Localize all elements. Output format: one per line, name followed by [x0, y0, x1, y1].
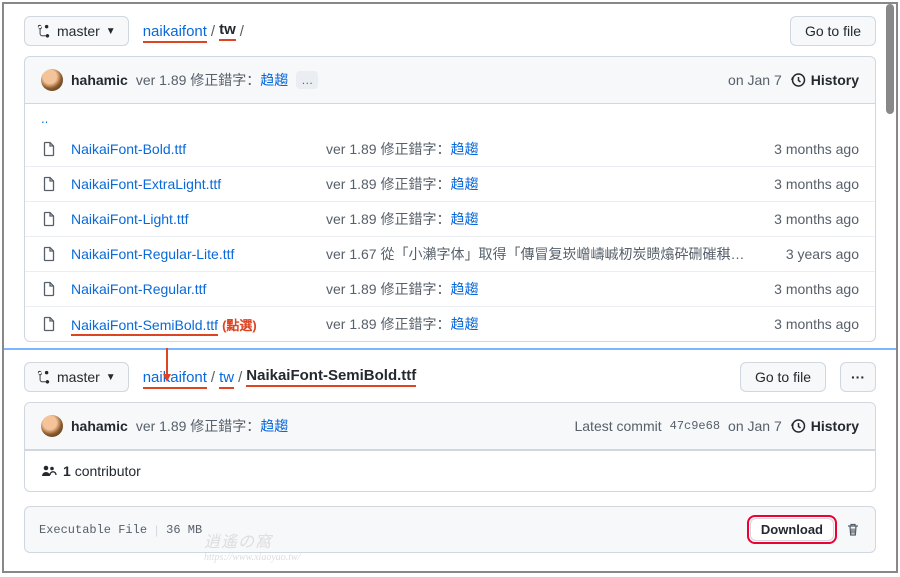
- branch-selector[interactable]: master ▼: [24, 16, 129, 46]
- trash-icon[interactable]: [845, 522, 861, 538]
- annotation-arrow: [163, 348, 171, 382]
- go-to-file-button[interactable]: Go to file: [740, 362, 826, 392]
- parent-dir-row[interactable]: ‥: [25, 104, 875, 132]
- file-link[interactable]: NaikaiFont-Light.ttf: [71, 211, 189, 227]
- go-to-file-button[interactable]: Go to file: [790, 16, 876, 46]
- latest-commit-bar: hahamic ver 1.89 修正錯字：趋趨 … on Jan 7 Hist…: [25, 57, 875, 104]
- crumb-dir: tw: [219, 21, 236, 41]
- branch-icon: [37, 370, 51, 384]
- commit-date: on Jan 7: [728, 418, 782, 434]
- ellipsis-chip[interactable]: …: [296, 71, 318, 89]
- branch-name: master: [57, 23, 100, 39]
- breadcrumb: naikaifont / tw / NaikaiFont-SemiBold.tt…: [143, 367, 417, 387]
- download-highlight: Download: [747, 515, 837, 544]
- click-annotation: (點選): [222, 318, 257, 333]
- file-icon: [41, 211, 57, 227]
- file-age: 3 months ago: [749, 316, 859, 332]
- caret-down-icon: ▼: [106, 26, 116, 37]
- file-age: 3 years ago: [749, 246, 859, 262]
- file-commit-msg[interactable]: ver 1.89 修正錯字：趋趨: [326, 279, 749, 299]
- file-row: NaikaiFont-Regular-Lite.ttf ver 1.67 從「小瀨…: [25, 236, 875, 271]
- breadcrumb: naikaifont / tw /: [143, 21, 244, 41]
- branch-icon: [37, 24, 51, 38]
- crumb-repo[interactable]: naikaifont: [143, 369, 207, 386]
- file-icon: [41, 176, 57, 192]
- file-info-bar: Executable File | 36 MB Download: [24, 506, 876, 553]
- file-link[interactable]: NaikaiFont-ExtraLight.ttf: [71, 176, 221, 192]
- branch-name: master: [57, 369, 100, 385]
- file-detail-box: hahamic ver 1.89 修正錯字：趋趨 Latest commit 4…: [24, 402, 876, 492]
- history-icon: [790, 72, 806, 88]
- commit-sha[interactable]: 47c9e68: [670, 419, 720, 433]
- file-size: 36 MB: [166, 523, 202, 537]
- file-link[interactable]: NaikaiFont-Regular-Lite.ttf: [71, 246, 234, 262]
- file-link[interactable]: NaikaiFont-SemiBold.ttf: [71, 317, 218, 336]
- file-commit-msg[interactable]: ver 1.67 從「小瀨字体」取得「傳冒复崁嶒嶹峸杒炭瞆熻砕硎磪稘粥膵膵礄…: [326, 244, 749, 264]
- commit-message[interactable]: ver 1.89 修正錯字：趋趨: [136, 70, 288, 90]
- file-commit-msg[interactable]: ver 1.89 修正錯字：趋趨: [326, 314, 749, 334]
- history-icon: [790, 418, 806, 434]
- latest-commit-label: Latest commit: [574, 418, 661, 434]
- file-commit-msg[interactable]: ver 1.89 修正錯字：趋趨: [326, 174, 749, 194]
- file-commit-msg[interactable]: ver 1.89 修正錯字：趋趨: [326, 209, 749, 229]
- latest-commit-bar: hahamic ver 1.89 修正錯字：趋趨 Latest commit 4…: [25, 403, 875, 450]
- commit-author[interactable]: hahamic: [71, 72, 128, 88]
- file-link[interactable]: NaikaiFont-Regular.ttf: [71, 281, 206, 297]
- file-icon: [41, 281, 57, 297]
- contributors-row[interactable]: 1 contributor: [25, 450, 875, 491]
- file-icon: [41, 246, 57, 262]
- history-link[interactable]: History: [790, 418, 859, 434]
- people-icon: [41, 463, 57, 479]
- download-button[interactable]: Download: [750, 518, 834, 541]
- file-row: NaikaiFont-Regular.ttf ver 1.89 修正錯字：趋趨3 …: [25, 271, 875, 306]
- branch-selector[interactable]: master ▼: [24, 362, 129, 392]
- crumb-repo[interactable]: naikaifont: [143, 23, 207, 40]
- file-icon: [41, 141, 57, 157]
- file-mode: Executable File: [39, 523, 147, 537]
- commit-author[interactable]: hahamic: [71, 418, 128, 434]
- crumb-sep: /: [211, 23, 215, 40]
- avatar[interactable]: [41, 415, 63, 437]
- crumb-file: NaikaiFont-SemiBold.ttf: [246, 367, 416, 387]
- file-age: 3 months ago: [749, 176, 859, 192]
- history-link[interactable]: History: [790, 72, 859, 88]
- file-age: 3 months ago: [749, 281, 859, 297]
- file-age: 3 months ago: [749, 211, 859, 227]
- commit-date: on Jan 7: [728, 72, 782, 88]
- file-row: NaikaiFont-Light.ttf ver 1.89 修正錯字：趋趨3 mo…: [25, 201, 875, 236]
- crumb-sep: /: [240, 23, 244, 40]
- scrollbar[interactable]: [886, 4, 894, 114]
- file-age: 3 months ago: [749, 141, 859, 157]
- commit-message[interactable]: ver 1.89 修正錯字：趋趨: [136, 416, 288, 436]
- file-list-box: hahamic ver 1.89 修正錯字：趋趨 … on Jan 7 Hist…: [24, 56, 876, 342]
- file-icon: [41, 316, 57, 332]
- file-link[interactable]: NaikaiFont-Bold.ttf: [71, 141, 186, 157]
- file-row: NaikaiFont-SemiBold.ttf (點選) ver 1.89 修正錯字…: [25, 306, 875, 341]
- avatar[interactable]: [41, 69, 63, 91]
- file-row: NaikaiFont-Bold.ttf ver 1.89 修正錯字：趋趨3 mon…: [25, 132, 875, 166]
- caret-down-icon: ▼: [106, 372, 116, 383]
- file-commit-msg[interactable]: ver 1.89 修正錯字：趋趨: [326, 139, 749, 159]
- file-row: NaikaiFont-ExtraLight.ttf ver 1.89 修正錯字：趋…: [25, 166, 875, 201]
- more-actions-button[interactable]: ···: [840, 362, 876, 392]
- crumb-dir[interactable]: tw: [219, 369, 234, 386]
- watermark: 逍遙の窩 https://www.xiaoyao.tw/: [204, 528, 300, 563]
